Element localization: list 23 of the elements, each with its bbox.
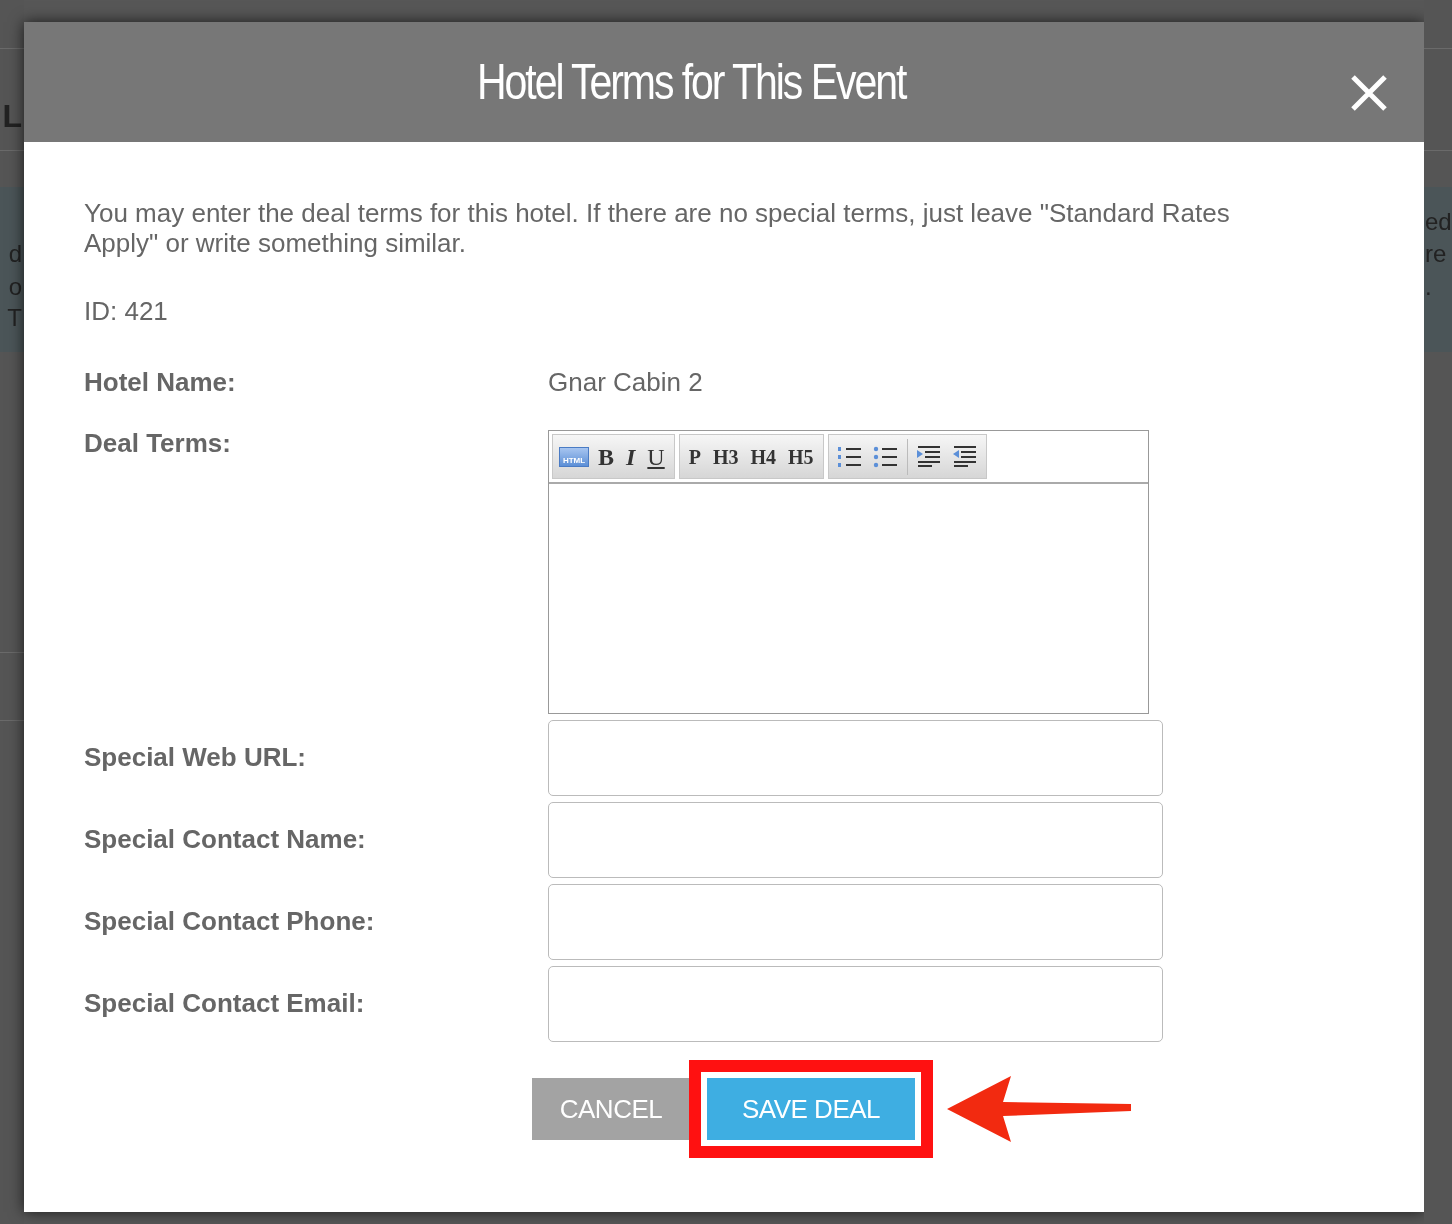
bold-button[interactable]: B xyxy=(595,443,617,470)
close-icon[interactable] xyxy=(1350,74,1388,112)
field-label: Hotel Name: xyxy=(84,367,237,398)
format-button[interactable]: H3 xyxy=(709,443,742,470)
input-field[interactable] xyxy=(548,966,1163,1042)
format-button[interactable]: H4 xyxy=(747,443,780,470)
italic-button[interactable]: I xyxy=(623,443,639,470)
input-field[interactable] xyxy=(548,884,1163,960)
field-label: Special Contact Email: xyxy=(84,988,366,1019)
field-label: Special Contact Name: xyxy=(84,824,367,855)
input-field[interactable] xyxy=(548,720,1163,796)
field-label: Special Web URL: xyxy=(84,742,307,773)
dialog-title: Hotel Terms for This Event xyxy=(476,53,906,111)
hotel-name-value: Gnar Cabin 2 xyxy=(548,367,704,398)
background-text: . xyxy=(1425,272,1432,302)
field-label: Deal Terms: xyxy=(84,428,232,459)
id-text: ID: 421 xyxy=(84,296,169,327)
underline-button[interactable]: U xyxy=(644,443,668,470)
field-label: Special Contact Phone: xyxy=(84,906,376,937)
input-field[interactable] xyxy=(548,802,1163,878)
instructions-text: You may enter the deal terms for this hotel. If there are no special terms, just leave "Standard Rates Apply" or write something similar. xyxy=(84,198,1231,258)
format-button[interactable]: P xyxy=(685,443,704,470)
format-button[interactable]: H5 xyxy=(785,443,817,470)
